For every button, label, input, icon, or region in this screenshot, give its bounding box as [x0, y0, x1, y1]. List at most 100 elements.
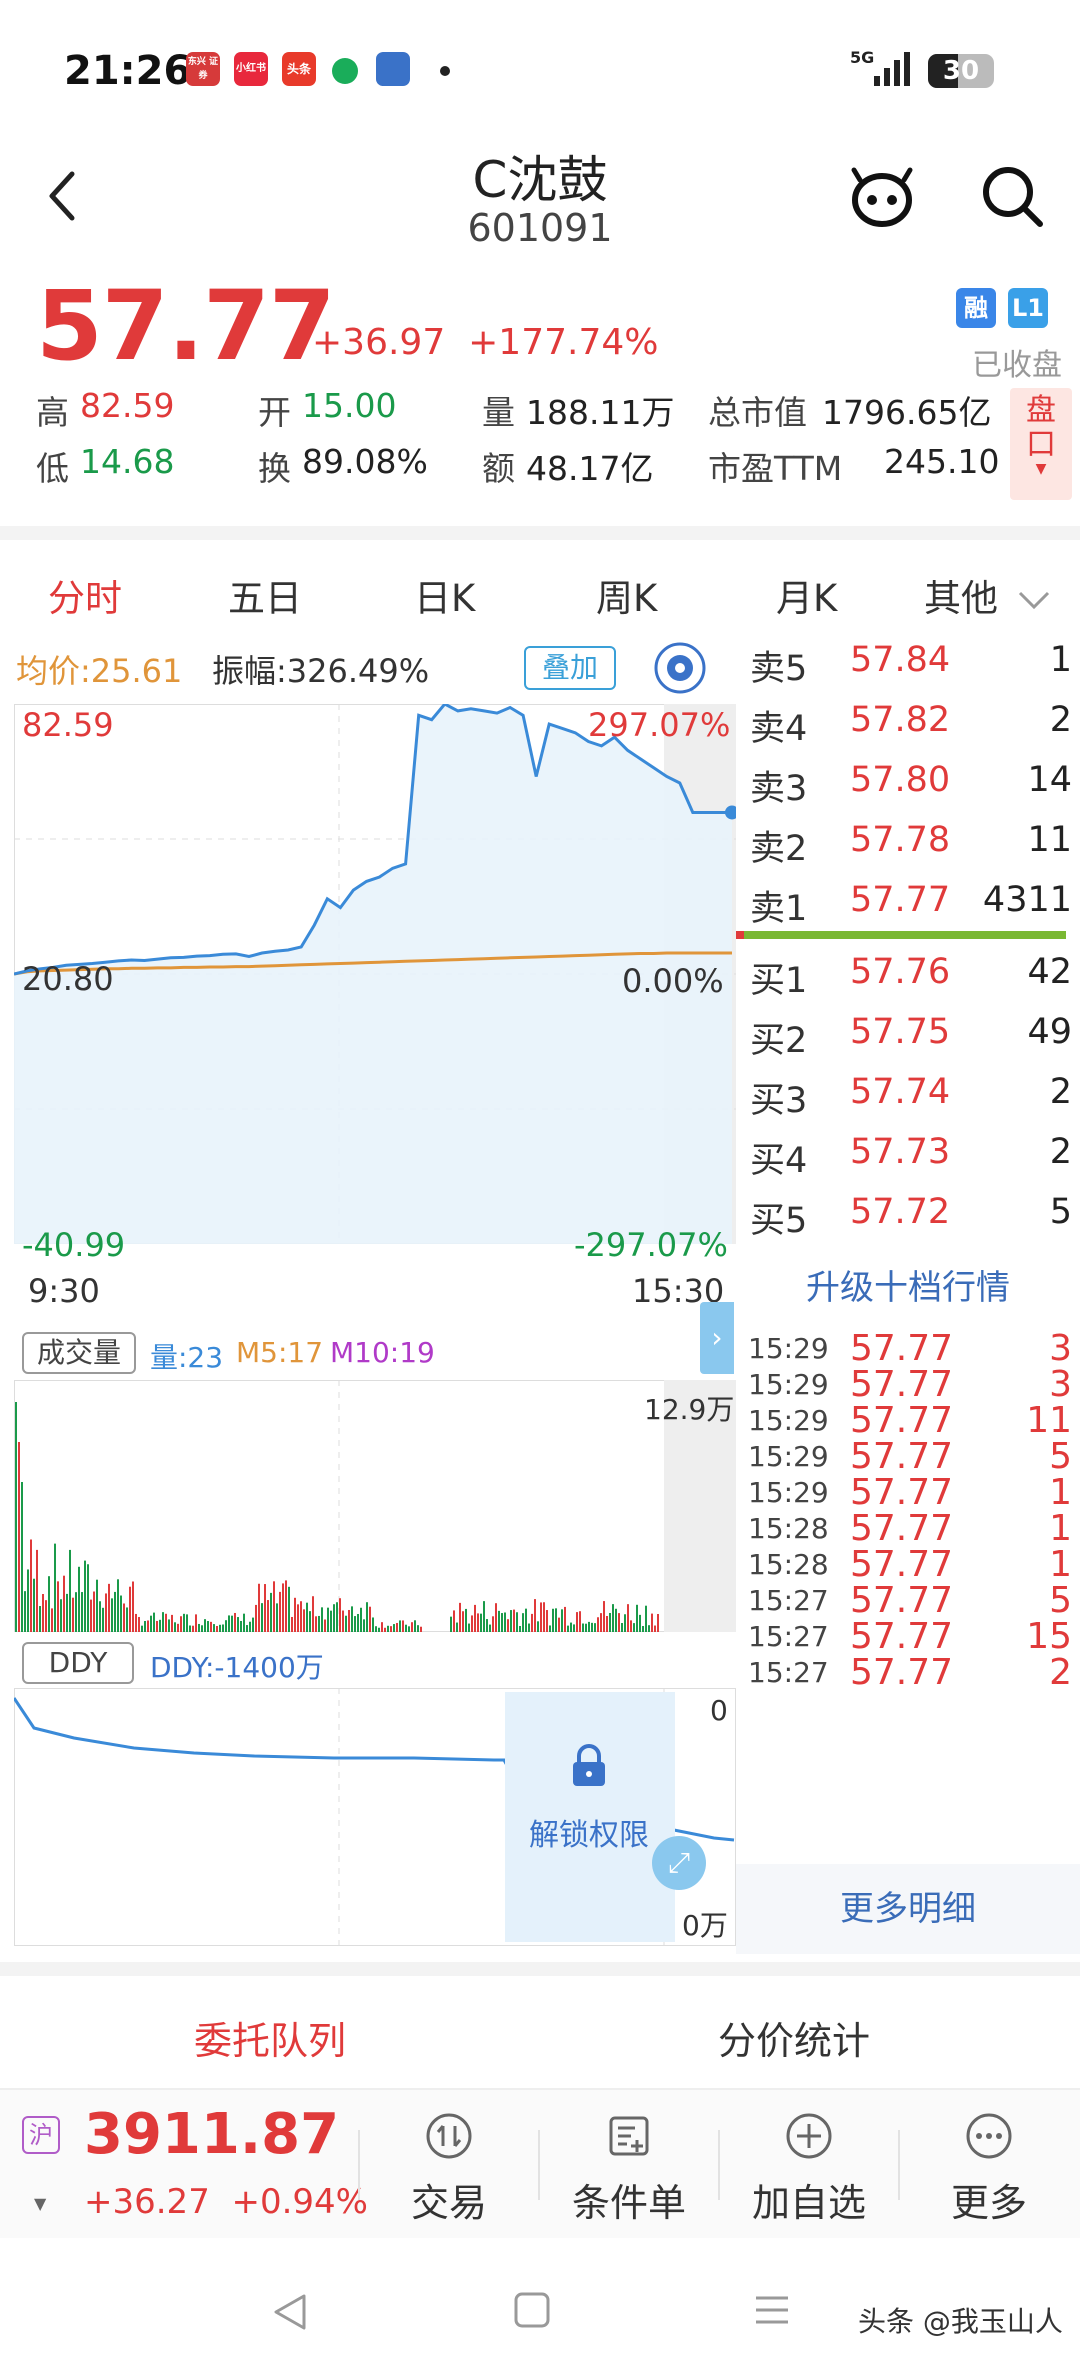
volume-bar [354, 1616, 356, 1632]
price-change-pct: +177.74% [468, 322, 659, 363]
volume-bar [318, 1615, 320, 1632]
search-icon[interactable] [978, 162, 1048, 232]
volume-bar [333, 1604, 335, 1632]
volume-bar [612, 1604, 614, 1632]
volume-bar [66, 1593, 68, 1632]
volume-m10: M10:19 [330, 1336, 435, 1369]
tab-intraday[interactable]: 分时 [48, 568, 122, 622]
add-watchlist-button[interactable]: 加自选 [720, 2090, 898, 2240]
tab-order-queue[interactable]: 委托队列 [194, 2010, 346, 2065]
unlock-panel[interactable]: 解锁权限 [505, 1692, 675, 1942]
volume-bar [42, 1594, 44, 1632]
ask-label: 卖3 [750, 769, 808, 809]
tab-other[interactable]: 其他 [924, 568, 1052, 622]
bid-price: 57.76 [850, 952, 951, 992]
volume-bar [396, 1622, 398, 1632]
condition-order-button[interactable]: 条件单 [540, 2090, 718, 2240]
more-details-button[interactable]: 更多明细 [736, 1864, 1080, 1954]
amplitude: 振幅:326.49% [212, 652, 430, 690]
volume-bar [399, 1620, 401, 1632]
tab-daily-k[interactable]: 日K [414, 568, 475, 622]
volume-bar [222, 1624, 224, 1632]
more-button[interactable]: 更多 [900, 2090, 1078, 2240]
gear-icon[interactable] [654, 642, 706, 694]
volume-bar [111, 1598, 113, 1632]
turnover-value: 89.08% [302, 442, 428, 481]
volume-bar [393, 1624, 395, 1632]
volume-bar [402, 1620, 404, 1632]
overlay-button[interactable]: 叠加 [524, 646, 616, 690]
tab-weekly-k[interactable]: 周K [596, 568, 657, 622]
volume-bar [189, 1625, 191, 1632]
bid-row-3: 买3 57.74 2 [744, 1064, 1078, 1124]
fullscreen-icon[interactable]: ⤢ [652, 1836, 706, 1890]
volume-bar [180, 1616, 182, 1632]
volume-bar [177, 1623, 179, 1632]
nav-back-icon[interactable] [268, 2290, 312, 2334]
app-icon-green [332, 58, 358, 84]
volume-bar [522, 1613, 524, 1632]
index-change-pct: +0.94% [231, 2182, 368, 2222]
volume-bar [78, 1566, 80, 1632]
bid-volume: 42 [1027, 952, 1072, 992]
volume-bar [390, 1626, 392, 1632]
volume-bar [132, 1581, 134, 1632]
tab-price-statistics[interactable]: 分价统计 [718, 2010, 870, 2065]
bid-row-5: 买5 57.72 5 [744, 1184, 1078, 1244]
volume-bar [84, 1560, 86, 1632]
volume-tag[interactable]: 成交量 [22, 1332, 136, 1374]
market-status: 已收盘 [972, 348, 1062, 383]
volume-bar [267, 1600, 269, 1632]
volume-bar [498, 1610, 500, 1632]
amount-label: 额 [482, 449, 515, 488]
volume-bar [543, 1602, 545, 1632]
pankou-button[interactable]: 盘口 ▼ [1010, 388, 1072, 500]
expand-arrow-icon[interactable]: › [700, 1302, 734, 1374]
volume-bar [645, 1605, 647, 1632]
tick-price: 57.77 [850, 1652, 954, 1693]
volume-bar [168, 1619, 170, 1632]
ddy-tag[interactable]: DDY [22, 1642, 134, 1684]
robot-assistant-icon[interactable] [846, 166, 918, 230]
volume-bar [375, 1626, 377, 1632]
stock-header: C沈鼓 601091 [0, 140, 1080, 270]
volume-bar [204, 1619, 206, 1632]
nav-menu-icon[interactable] [752, 2290, 792, 2330]
volume-bar [312, 1596, 314, 1632]
index-value[interactable]: 3911.87 [84, 2102, 339, 2167]
volume-bar [207, 1621, 209, 1632]
volume-bar [309, 1611, 311, 1632]
index-change: +36.27 +0.94% [84, 2182, 368, 2222]
volume-bar [300, 1601, 302, 1632]
volume-bar [216, 1625, 218, 1632]
volume-bar [591, 1622, 593, 1632]
trade-button[interactable]: 交易 [360, 2090, 538, 2240]
volume-bar [480, 1613, 482, 1632]
volume-bar [609, 1612, 611, 1632]
ask-volume: 14 [1027, 760, 1072, 800]
open-label: 开 [258, 393, 291, 432]
nav-home-icon[interactable] [512, 2290, 552, 2330]
axis-pct-top: 297.07% [588, 706, 731, 744]
volume-bar [549, 1625, 551, 1632]
volume-bar [129, 1586, 131, 1632]
volume-bar [636, 1604, 638, 1632]
volume-bar [297, 1604, 299, 1632]
volume-bar [120, 1595, 122, 1632]
bid-price: 57.73 [850, 1132, 951, 1172]
volume-bar [564, 1606, 566, 1632]
tab-monthly-k[interactable]: 月K [776, 568, 837, 622]
upgrade-level2-link[interactable]: 升级十档行情 [736, 1260, 1080, 1309]
volume-bar [597, 1617, 599, 1632]
pe-value: 245.10 [884, 442, 1000, 481]
volume-bar [477, 1613, 479, 1632]
volume-bar [339, 1598, 341, 1632]
volume-bar [411, 1622, 413, 1632]
bid-price: 57.75 [850, 1012, 951, 1052]
volume-bar [273, 1581, 275, 1632]
volume-bar [348, 1609, 350, 1632]
ask-volume: 11 [1027, 820, 1072, 860]
volume-bar [492, 1616, 494, 1632]
tab-five-day[interactable]: 五日 [228, 568, 302, 622]
volume-bar [540, 1602, 542, 1632]
